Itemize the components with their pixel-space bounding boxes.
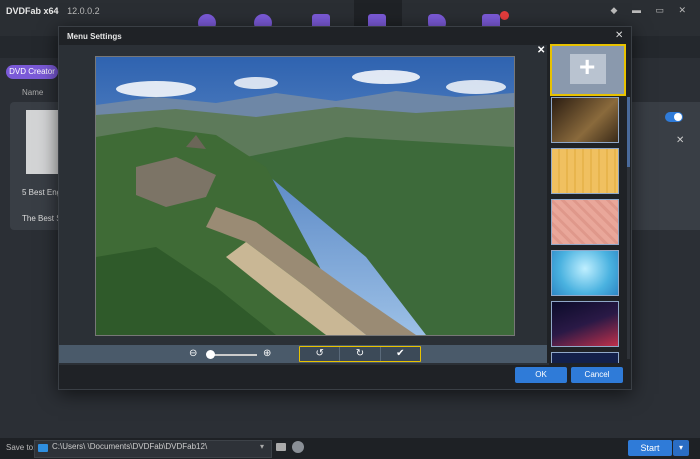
cancel-button[interactable]: Cancel [571,367,623,383]
start-button[interactable]: Start [628,440,672,456]
add-file-icon [570,52,606,84]
template-thumbnail[interactable] [551,301,619,347]
save-to-label: Save to: [6,443,36,452]
window-controls[interactable]: ◆ ▬ ▭ ✕ [611,5,692,16]
preview-close-icon[interactable]: ✕ [537,45,545,56]
app-brand: DVDFab x64 12.0.0.2 [6,6,100,16]
menu-settings-dialog: Menu Settings ✕ ✕ ⊖ ⊕ ↺ ↻ ✔ + OK Cancel [58,26,632,390]
menu-toggle[interactable] [665,112,683,122]
template-thumbnail[interactable] [551,199,619,245]
column-header-name: Name [22,88,44,97]
ok-button[interactable]: OK [515,367,567,383]
template-thumbnail[interactable] [551,250,619,296]
confirm-check-icon[interactable]: ✔ [379,347,420,361]
notification-badge [500,11,509,20]
add-template-button[interactable] [550,44,626,96]
brand-name: DVDFab [6,6,42,16]
options-panel [630,102,700,230]
output-path-text: C:\Users\ \Documents\DVDFab\DVDFab12\ [52,442,208,451]
dialog-title: Menu Settings [67,32,122,41]
zoom-slider-handle[interactable] [205,350,215,359]
dialog-close-icon[interactable]: ✕ [615,30,623,41]
scrollbar-thumb[interactable] [627,97,630,167]
zoom-slider[interactable] [207,354,257,356]
zoom-out-icon[interactable]: ⊖ [189,348,197,359]
browse-folder-icon[interactable] [276,443,286,451]
iso-icon[interactable] [292,441,304,453]
template-thumbnail[interactable] [551,148,619,194]
folder-icon [38,444,48,452]
landscape-picture [96,57,514,335]
app-version: 12.0.0.2 [67,6,100,16]
chevron-down-icon[interactable]: ▾ [260,442,264,451]
preview-image [95,56,515,336]
brand-arch: x64 [43,6,59,16]
start-dropdown-icon[interactable]: ▾ [673,440,689,456]
image-tools: ↺ ↻ ✔ [299,346,421,362]
dvd-creator-tab[interactable]: DVD Creator [6,65,58,79]
rotate-left-icon[interactable]: ↺ [300,347,339,361]
template-thumbnail[interactable] [551,352,619,363]
template-thumbnail[interactable] [551,97,619,143]
remove-icon[interactable]: ✕ [676,135,684,146]
rotate-right-icon[interactable]: ↻ [339,347,379,361]
zoom-in-icon[interactable]: ⊕ [263,348,271,359]
